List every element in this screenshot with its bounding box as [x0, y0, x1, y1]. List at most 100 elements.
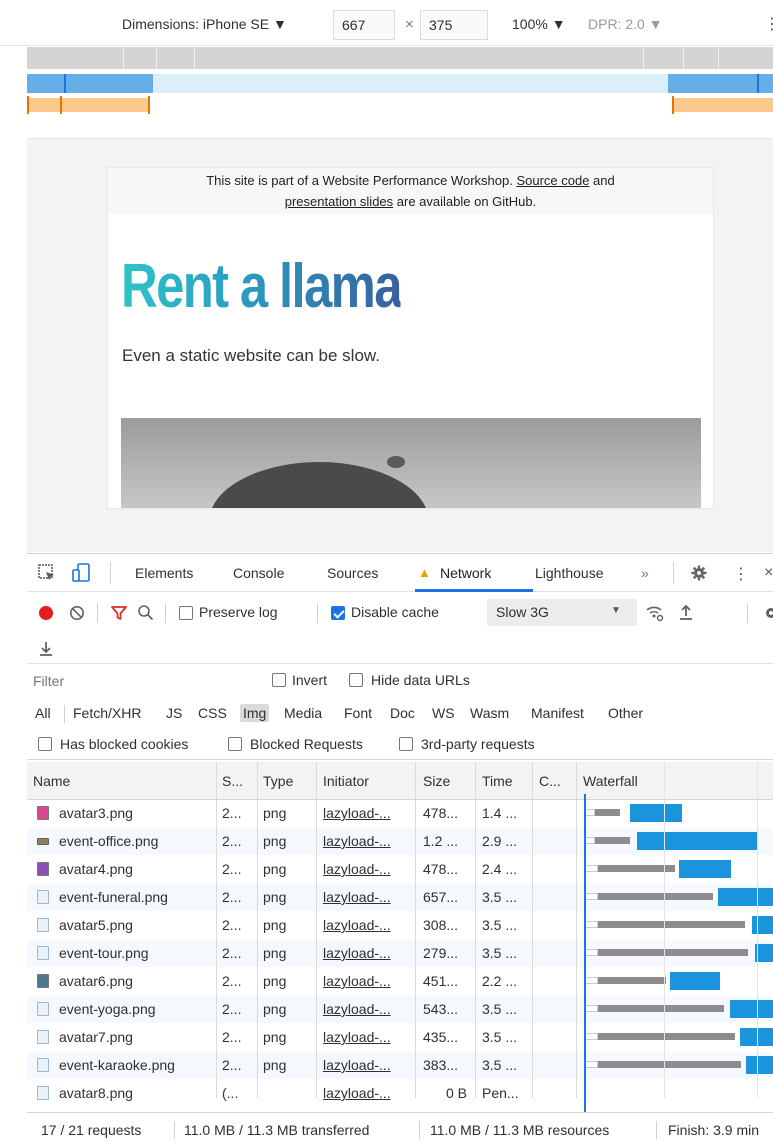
hide-data-urls-label: Hide data URLs — [371, 672, 470, 688]
table-row[interactable]: event-funeral.png 2... png lazyload-... 657.… — [27, 884, 773, 911]
table-row[interactable]: event-yoga.png 2... png lazyload-... 543... 3… — [27, 996, 773, 1023]
table-row[interactable]: avatar7.png 2... png lazyload-... 435... 3.5 … — [27, 1024, 773, 1051]
dpr-selector[interactable]: DPR: 2.0 ▼ — [588, 16, 663, 32]
column-status[interactable]: S... — [222, 773, 243, 789]
table-row[interactable]: avatar4.png 2... png lazyload-... 478... 2.4 … — [27, 856, 773, 883]
network-conditions-icon[interactable] — [645, 604, 665, 625]
column-waterfall[interactable]: Waterfall — [583, 773, 638, 789]
type-filter-ws[interactable]: WS — [432, 705, 455, 721]
height-input[interactable]: 375 — [420, 10, 488, 40]
request-type: png — [263, 805, 287, 821]
device-toolbar-toggle-icon[interactable] — [72, 563, 92, 586]
requests-count: 17 / 21 requests — [41, 1122, 142, 1138]
workshop-notice: This site is part of a Website Performan… — [108, 168, 713, 214]
media-query-bar-range[interactable] — [27, 74, 773, 93]
waterfall-download-bar — [718, 888, 773, 906]
type-filter-other[interactable]: Other — [608, 705, 643, 721]
type-filter-fetch-xhr[interactable]: Fetch/XHR — [73, 705, 141, 721]
request-time: 1.4 ... — [482, 805, 518, 821]
request-size: 383... — [423, 1057, 459, 1073]
import-har-icon[interactable] — [679, 604, 693, 623]
blocked-requests-checkbox[interactable] — [228, 737, 242, 751]
media-query-bar-min[interactable] — [27, 96, 773, 114]
emulated-page: This site is part of a Website Performan… — [107, 167, 714, 509]
presentation-slides-link[interactable]: presentation slides — [285, 194, 393, 209]
column-initiator[interactable]: Initiator — [323, 773, 369, 789]
table-row[interactable]: avatar5.png 2... png lazyload-... 308... 3.5 … — [27, 912, 773, 939]
devtools-panel: Elements Console Sources ▲ Network Light… — [27, 553, 773, 1145]
tab-network[interactable]: Network — [440, 565, 491, 581]
third-party-requests-checkbox[interactable] — [399, 737, 413, 751]
inspect-element-icon[interactable] — [38, 564, 56, 585]
blocked-requests-label: Blocked Requests — [250, 736, 363, 752]
request-initiator[interactable]: lazyload-... — [323, 833, 411, 849]
table-row[interactable]: avatar3.png 2... png lazyload-... 478... 1.4 … — [27, 800, 773, 827]
hide-data-urls-checkbox[interactable] — [349, 673, 363, 687]
request-initiator[interactable]: lazyload-... — [323, 945, 411, 961]
media-query-bar-max[interactable] — [27, 47, 773, 69]
disable-cache-checkbox[interactable] — [331, 606, 345, 620]
notice-text: This site is part of a Website Performan… — [206, 173, 517, 188]
column-type[interactable]: Type — [263, 773, 293, 789]
table-row[interactable]: event-office.png 2... png lazyload-... 1.2 .… — [27, 828, 773, 855]
tab-sources[interactable]: Sources — [327, 565, 378, 581]
type-filter-img[interactable]: Img — [240, 704, 270, 722]
throttling-select[interactable]: Slow 3G ▼ — [487, 599, 637, 626]
type-filter-js[interactable]: JS — [166, 705, 182, 721]
type-filter-all[interactable]: All — [35, 705, 51, 721]
clear-icon[interactable] — [69, 605, 85, 624]
preserve-log-label: Preserve log — [199, 604, 278, 620]
network-settings-gear-icon[interactable] — [763, 605, 773, 624]
request-initiator[interactable]: lazyload-... — [323, 973, 411, 989]
invert-label: Invert — [292, 672, 328, 688]
request-initiator[interactable]: lazyload-... — [323, 1029, 411, 1045]
close-devtools-icon[interactable]: × — [764, 564, 773, 582]
table-row[interactable]: avatar6.png 2... png lazyload-... 451... 2.2 … — [27, 968, 773, 995]
request-initiator[interactable]: lazyload-... — [323, 1057, 411, 1073]
column-time[interactable]: Time — [482, 773, 513, 789]
type-filter-font[interactable]: Font — [344, 705, 372, 721]
invert-checkbox[interactable] — [272, 673, 286, 687]
filter-funnel-icon[interactable] — [111, 605, 127, 624]
type-filter-manifest[interactable]: Manifest — [531, 705, 584, 721]
settings-gear-icon[interactable] — [691, 565, 707, 584]
type-filter-css[interactable]: CSS — [198, 705, 227, 721]
device-selector[interactable]: Dimensions: iPhone SE ▼ — [122, 16, 287, 32]
tab-console[interactable]: Console — [233, 565, 284, 581]
type-filter-wasm[interactable]: Wasm — [470, 705, 509, 721]
table-row[interactable]: event-karaoke.png 2... png lazyload-... 383.… — [27, 1052, 773, 1079]
export-har-icon[interactable] — [39, 640, 53, 659]
search-icon[interactable] — [137, 604, 154, 624]
column-size[interactable]: Size — [423, 773, 450, 789]
column-cookies[interactable]: C... — [539, 773, 561, 789]
width-input[interactable]: 667 — [333, 10, 395, 40]
waterfall-download-bar — [670, 972, 720, 990]
request-initiator[interactable]: lazyload-... — [323, 889, 411, 905]
type-filter-media[interactable]: Media — [284, 705, 322, 721]
tab-lighthouse[interactable]: Lighthouse — [535, 565, 604, 581]
record-icon[interactable] — [39, 606, 53, 620]
request-status: 2... — [222, 1057, 242, 1073]
more-options-icon[interactable]: ⋮ — [764, 14, 773, 34]
kebab-menu-icon[interactable]: ⋮ — [733, 564, 749, 584]
waterfall-queue-bar — [585, 865, 598, 872]
request-time: 3.5 ... — [482, 1029, 518, 1045]
column-name[interactable]: Name — [33, 773, 70, 789]
has-blocked-cookies-checkbox[interactable] — [38, 737, 52, 751]
request-initiator[interactable]: lazyload-... — [323, 1085, 411, 1101]
request-initiator[interactable]: lazyload-... — [323, 917, 411, 933]
request-initiator[interactable]: lazyload-... — [323, 861, 411, 877]
source-code-link[interactable]: Source code — [516, 173, 589, 188]
transferred-size: 11.0 MB / 11.3 MB transferred — [184, 1122, 370, 1138]
request-initiator[interactable]: lazyload-... — [323, 805, 411, 821]
request-initiator[interactable]: lazyload-... — [323, 1001, 411, 1017]
table-row[interactable]: event-tour.png 2... png lazyload-... 279... 3… — [27, 940, 773, 967]
type-filter-doc[interactable]: Doc — [390, 705, 415, 721]
file-icon — [37, 918, 49, 932]
zoom-selector[interactable]: 100% ▼ — [512, 16, 566, 32]
preserve-log-checkbox[interactable] — [179, 606, 193, 620]
tab-elements[interactable]: Elements — [135, 565, 193, 581]
more-tabs-icon[interactable]: » — [641, 565, 649, 581]
filter-input[interactable] — [31, 670, 253, 692]
table-row[interactable]: avatar8.png (... lazyload-... 0 B Pen... — [27, 1080, 773, 1107]
